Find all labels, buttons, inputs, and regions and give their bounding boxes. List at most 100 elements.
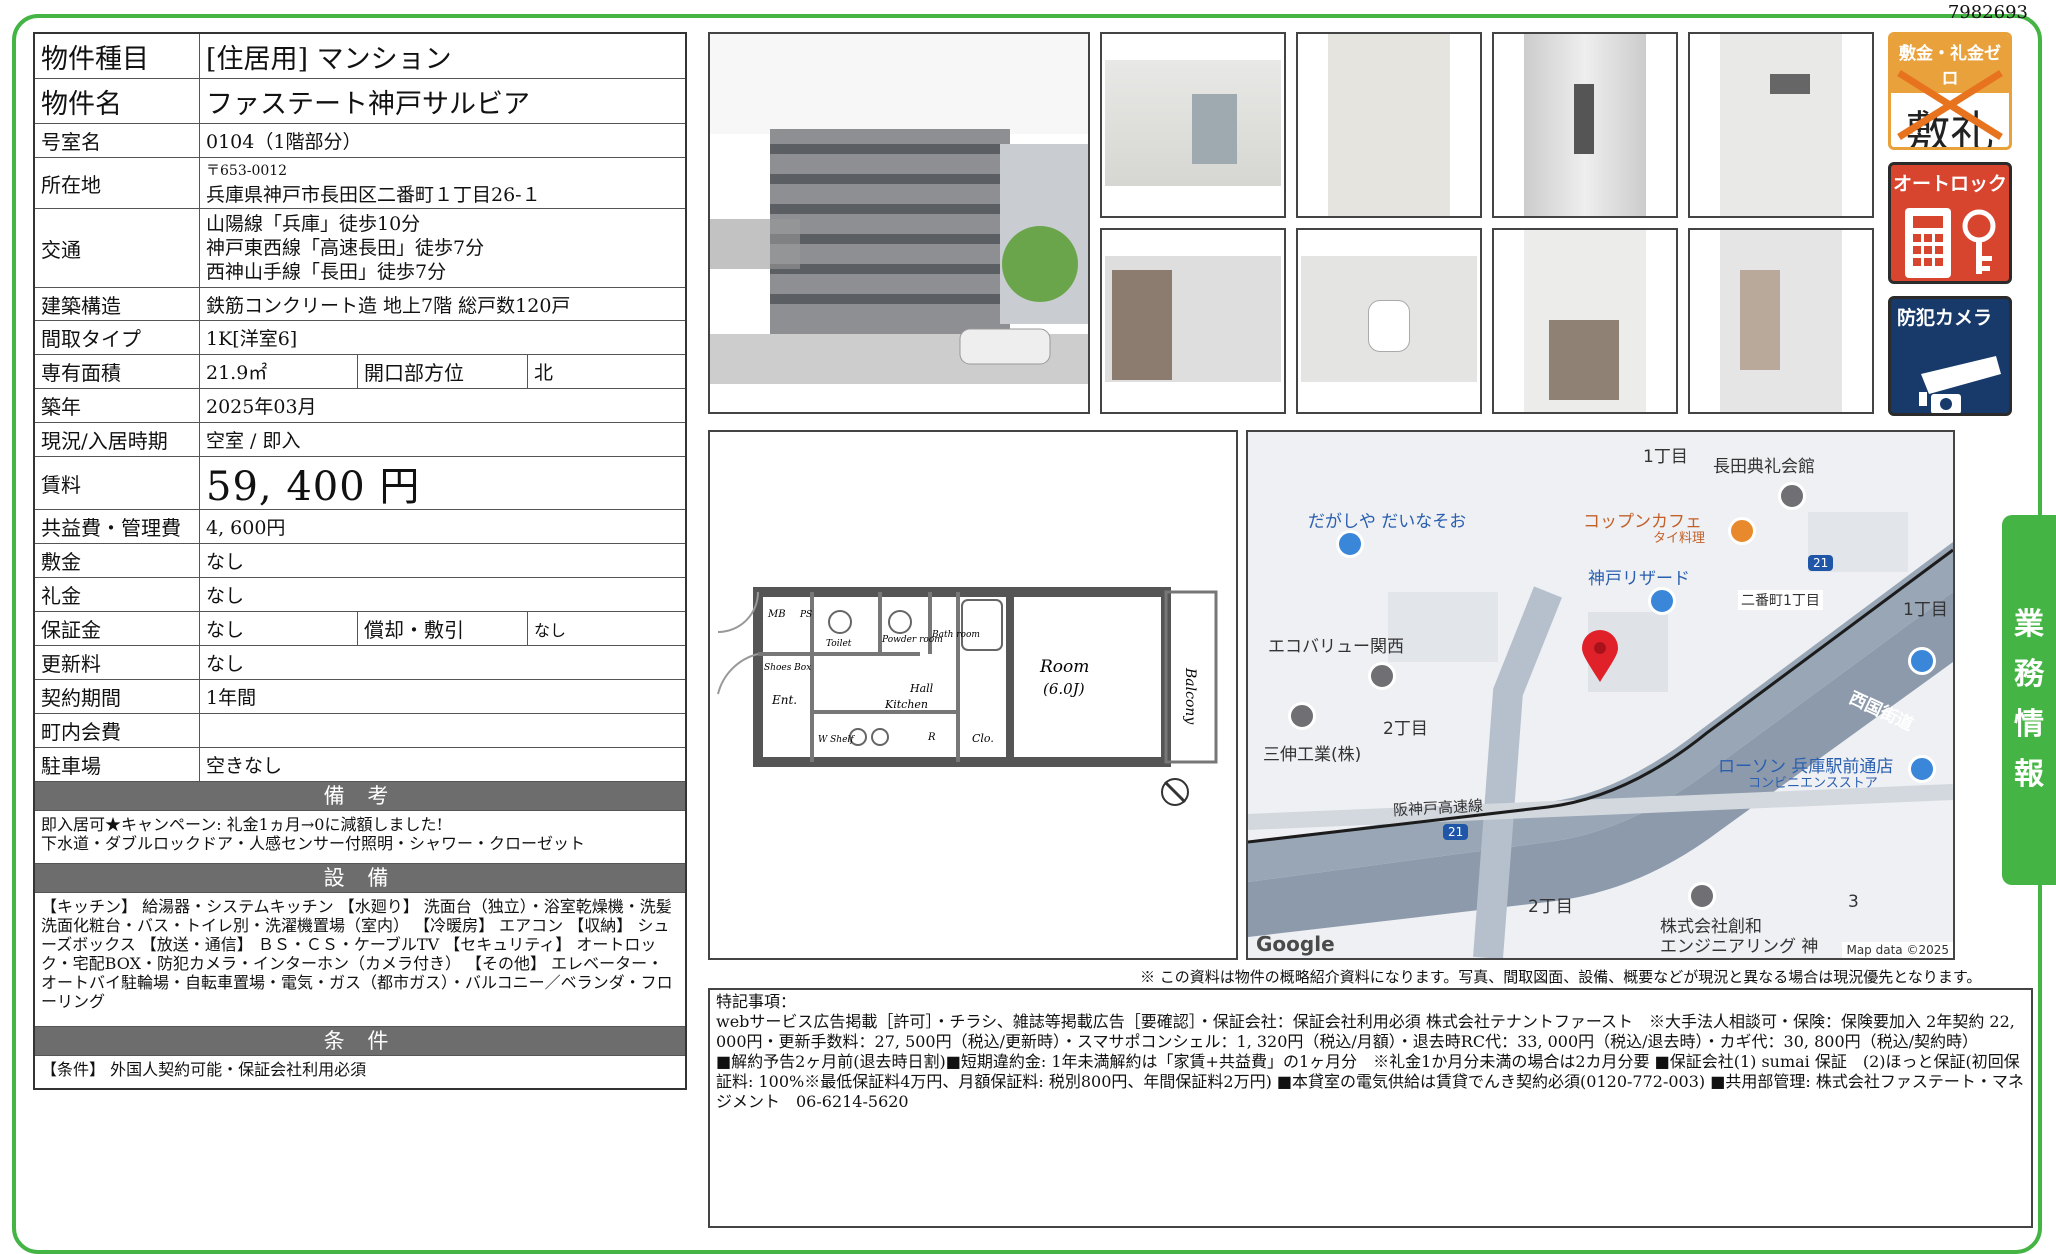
photo-washbasin xyxy=(1492,228,1678,414)
plan-ent-label: Ent. xyxy=(771,693,797,707)
map-label: コンビニエンスストア xyxy=(1748,776,1878,791)
map-label: 3 xyxy=(1848,892,1859,912)
plan-ps-label: PS xyxy=(799,610,812,620)
row-contract: 契約期間 1年間 xyxy=(35,680,685,714)
transport-line: 神戸東西線「高速長田」徒歩7分 xyxy=(206,237,485,259)
row-status: 現況/入居時期 空室 / 即入 xyxy=(35,423,685,457)
side-tab-char: 情 xyxy=(2014,707,2044,742)
value-key-money: なし xyxy=(206,585,245,607)
row-built: 築年 2025年03月 xyxy=(35,389,685,423)
map-label: タイ料理 xyxy=(1653,531,1706,546)
remarks-line: 下水道・ダブルロックドア・人感センサー付照明・シャワー・クローゼット xyxy=(41,834,586,853)
lock-keypad-icon xyxy=(1905,208,1996,278)
value-status: 空室 / 即入 xyxy=(206,430,301,452)
equipment-text: 【キッチン】 給湯器・システムキッチン 【水廻り】 洗面台（独立）・浴室乾燥機・… xyxy=(35,893,685,1027)
value-renewal: なし xyxy=(206,653,245,675)
location-marker-icon xyxy=(1582,630,1618,682)
badge-zero-deposit: 敷金・礼金ゼロ 敷礼 xyxy=(1888,32,2012,150)
label-contract: 契約期間 xyxy=(35,680,200,713)
map-label: 三伸工業(株) xyxy=(1263,745,1362,765)
value-guarantee: なし xyxy=(206,619,245,641)
google-logo: Google xyxy=(1256,932,1335,956)
photo-laundry xyxy=(1688,228,1874,414)
value-amortization: なし xyxy=(527,612,685,645)
label-renewal: 更新料 xyxy=(35,646,200,679)
map-label: 神戸リザード xyxy=(1588,569,1690,589)
remarks-line: 即入居可★キャンペーン: 礼金1ヵ月→0に減額しました! xyxy=(41,815,443,834)
business-info-tab[interactable]: 業 務 情 報 xyxy=(2002,515,2056,885)
label-amortization: 償却・敷引 xyxy=(357,612,527,645)
map-attribution: Map data ©2025 xyxy=(1842,942,1953,958)
label-type: 物件種目 xyxy=(35,34,200,78)
value-transport: 山陽線「兵庫」徒歩10分 神戸東西線「高速長田」徒歩7分 西神山手線「長田」徒歩… xyxy=(200,209,685,287)
plan-room-label: Room xyxy=(1039,657,1089,677)
property-table: 物件種目 [住居用] マンション 物件名 ファステート神戸サルビア 号室名 01… xyxy=(33,32,687,1090)
floor-plan: Room (6.0J) Balcony MB PS Toilet Powder … xyxy=(708,430,1238,960)
building-illustration xyxy=(710,34,1088,412)
plan-room-size: (6.0J) xyxy=(1043,680,1085,698)
badge-security-camera: 防犯カメラ xyxy=(1888,296,2012,416)
value-type: [住居用] マンション xyxy=(206,43,452,75)
plan-kitchen-label: Kitchen xyxy=(884,698,928,711)
plan-toilet-label: Toilet xyxy=(826,639,852,649)
plan-closet-label: Clo. xyxy=(972,732,994,745)
label-structure: 建築構造 xyxy=(35,288,200,320)
disclaimer-note: ※ この資料は物件の概略紹介資料になります。写真、間取図面、設備、概要などが現況… xyxy=(1140,968,1982,986)
special-line: ■解約予告2ヶ月前(退去時日割)■短期違約金: 1年未満解約は「家賃+共益費」の… xyxy=(716,1052,2024,1111)
badge-autolock: オートロック xyxy=(1888,162,2012,284)
label-area: 専有面積 xyxy=(35,355,200,388)
map-label: 1丁目 xyxy=(1903,600,1948,620)
postal-code: 〒653-0012 xyxy=(206,162,288,179)
value-contract: 1年間 xyxy=(206,687,257,709)
plan-hall-label: Hall xyxy=(909,682,934,695)
value-rent: 59, 400 円 xyxy=(206,464,421,510)
row-transport: 交通 山陽線「兵庫」徒歩10分 神戸東西線「高速長田」徒歩7分 西神山手線「長田… xyxy=(35,209,685,288)
label-layout: 間取タイプ xyxy=(35,321,200,354)
poi-store-icon xyxy=(1908,755,1936,783)
value-fee: 4, 600円 xyxy=(206,517,286,539)
value-community xyxy=(200,714,685,747)
label-guarantee: 保証金 xyxy=(35,612,200,645)
poi-pin-icon xyxy=(1778,482,1806,510)
poi-pin-icon xyxy=(1688,882,1716,910)
label-fee: 共益費・管理費 xyxy=(35,510,200,543)
special-line: webサービス広告掲載［許可］・チラシ、雑誌等掲載広告［要確認］・保証会社：保証… xyxy=(716,1012,2015,1051)
value-parking: 空きなし xyxy=(206,755,283,777)
remarks-text: 即入居可★キャンペーン: 礼金1ヵ月→0に減額しました! 下水道・ダブルロックド… xyxy=(35,811,685,864)
value-structure: 鉄筋コンクリート造 地上7階 総戸数120戸 xyxy=(206,294,571,317)
row-structure: 建築構造 鉄筋コンクリート造 地上7階 総戸数120戸 xyxy=(35,288,685,321)
label-status: 現況/入居時期 xyxy=(35,423,200,456)
badge-camera-label: 防犯カメラ xyxy=(1897,307,1993,329)
building-photo xyxy=(708,32,1090,414)
row-deposit: 敷金 なし xyxy=(35,544,685,578)
value-layout: 1K[洋室6] xyxy=(206,328,298,350)
value-name: ファステート神戸サルビア xyxy=(206,88,530,120)
row-renewal: 更新料 なし xyxy=(35,646,685,680)
row-fee: 共益費・管理費 4, 600円 xyxy=(35,510,685,544)
plan-mb-label: MB xyxy=(767,609,786,620)
label-community: 町内会費 xyxy=(35,714,200,747)
map-label: エコバリュー関西 xyxy=(1268,637,1404,657)
map-label: 二番町1丁目 xyxy=(1738,590,1823,610)
route-shield: 21 xyxy=(1443,824,1469,840)
side-tab-char: 務 xyxy=(2014,657,2044,692)
conditions-text: 【条件】 外国人契約可能・保証会社利用必須 xyxy=(41,1060,367,1079)
row-guarantee: 保証金 なし 償却・敷引 なし xyxy=(35,612,685,646)
side-tab-char: 報 xyxy=(2014,757,2044,792)
row-key-money: 礼金 なし xyxy=(35,578,685,612)
value-area: 21.9㎡ xyxy=(206,362,268,384)
plan-balcony-label: Balcony xyxy=(1182,667,1198,725)
badge-autolock-label: オートロック xyxy=(1892,173,2007,195)
special-title: 特記事項： xyxy=(716,992,797,1011)
poi-food-icon xyxy=(1728,517,1756,545)
label-parking: 駐車場 xyxy=(35,748,200,781)
map-label: だがしや だいなそお xyxy=(1308,512,1467,532)
label-deposit: 敷金 xyxy=(35,544,200,577)
cross-icon xyxy=(1897,70,2003,140)
map-label: エンジニアリング 神 xyxy=(1660,937,1819,957)
photo-hallway xyxy=(1492,32,1678,218)
equipment-header: 設 備 xyxy=(35,864,685,893)
row-parking: 駐車場 空きなし xyxy=(35,748,685,782)
row-area: 専有面積 21.9㎡ 開口部方位 北 xyxy=(35,355,685,389)
photo-toilet xyxy=(1296,228,1482,414)
